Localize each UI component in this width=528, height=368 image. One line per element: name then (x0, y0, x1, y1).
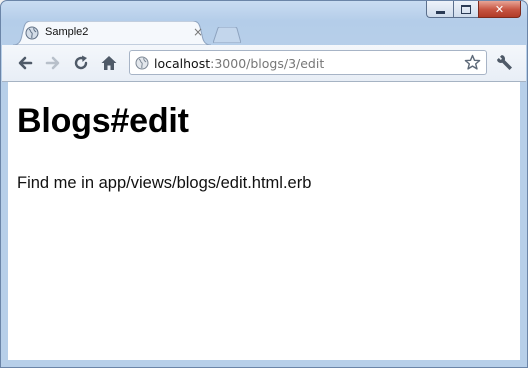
browser-toolbar: localhost:3000/blogs/3/edit (2, 45, 526, 82)
new-tab-button[interactable] (213, 27, 241, 43)
window-caption-buttons: ✕ (426, 1, 521, 19)
home-icon[interactable] (100, 54, 118, 72)
page-content: Blogs#edit Find me in app/views/blogs/ed… (8, 82, 520, 360)
minimize-button[interactable] (426, 1, 453, 18)
tab-close-icon[interactable]: × (193, 25, 203, 39)
back-arrow-icon[interactable] (16, 54, 34, 72)
globe-icon (25, 26, 39, 40)
url-host: localhost (154, 56, 211, 71)
page-title: Blogs#edit (17, 102, 189, 140)
tab-background (13, 21, 211, 45)
wrench-icon[interactable] (496, 54, 514, 72)
forward-arrow-icon[interactable] (44, 54, 62, 72)
close-window-button[interactable]: ✕ (478, 1, 521, 18)
close-icon: ✕ (494, 2, 505, 16)
page-body-text: Find me in app/views/blogs/edit.html.erb (17, 174, 312, 192)
reload-icon[interactable] (72, 54, 90, 72)
tab-title: Sample2 (45, 26, 89, 38)
minimize-icon (435, 10, 445, 14)
browser-window: ✕ Sample2 × localhost:3000/blogs/3/edit … (0, 0, 528, 368)
url-path: :3000/blogs/3/edit (210, 56, 325, 71)
address-bar[interactable]: localhost:3000/blogs/3/edit (129, 50, 487, 75)
star-icon[interactable] (464, 54, 481, 71)
url-text[interactable]: localhost:3000/blogs/3/edit (154, 56, 324, 71)
maximize-icon (461, 4, 471, 14)
maximize-button[interactable] (453, 1, 478, 18)
page-info-globe-icon[interactable] (135, 56, 149, 70)
tab-sample2[interactable]: Sample2 × (13, 21, 211, 45)
